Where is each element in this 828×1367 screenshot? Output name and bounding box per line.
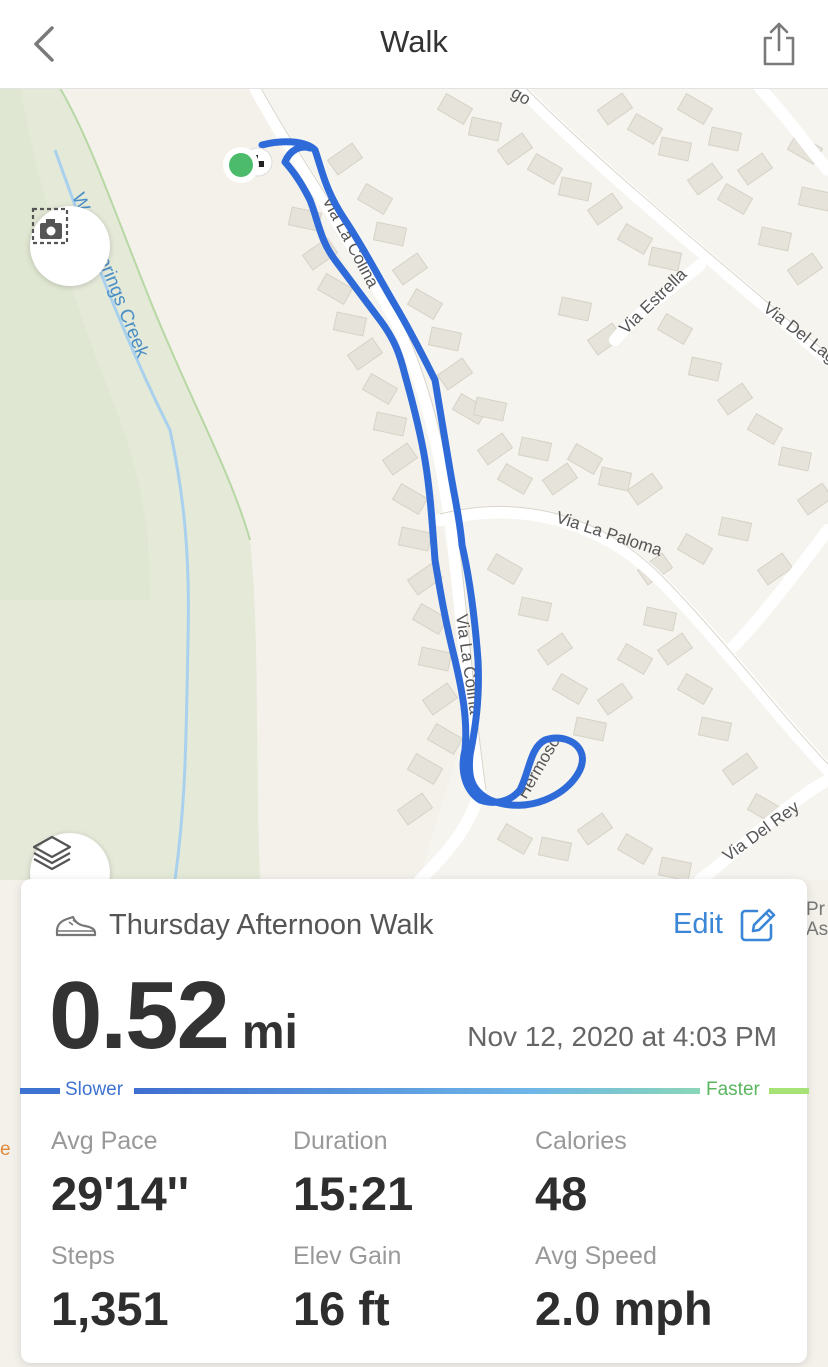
stat-label: Elev Gain (293, 1242, 402, 1270)
stat-label: Avg Pace (51, 1127, 158, 1155)
pace-color-scale: Slower Faster (20, 1079, 828, 1100)
top-navigation-bar: Walk (0, 0, 828, 89)
activity-name: Thursday Afternoon Walk (109, 909, 434, 941)
share-icon (763, 22, 795, 66)
pace-scale-faster-label: Faster (706, 1079, 760, 1100)
distance-value: 0.52 (49, 962, 230, 1069)
stat-value: 2.0 mph (535, 1282, 713, 1335)
map-snapshot-button[interactable] (30, 206, 110, 286)
stat-label: Steps (51, 1242, 115, 1270)
pace-scale-gradient (134, 1088, 700, 1094)
stat-value: 29'14'' (51, 1167, 190, 1220)
distance-unit: mi (241, 1006, 298, 1059)
layers-icon (32, 835, 72, 871)
distance-display: 0.52 mi (49, 961, 298, 1071)
stat-steps: Steps 1,351 (51, 1242, 169, 1336)
activity-summary-card: Thursday Afternoon Walk Edit 0.52 mi Nov… (21, 879, 807, 1363)
edge-label-ass: Ass (806, 919, 828, 940)
share-button[interactable] (756, 18, 802, 70)
stat-value: 48 (535, 1167, 588, 1220)
stat-avg-pace: Avg Pace 29'14'' (51, 1127, 189, 1221)
stat-calories: Calories 48 (535, 1127, 627, 1221)
edit-button[interactable]: Edit (673, 905, 777, 943)
edit-pencil-icon (740, 908, 776, 942)
edge-label-left: e (0, 1139, 11, 1160)
stat-duration: Duration 15:21 (293, 1127, 413, 1221)
edit-label: Edit (673, 907, 723, 940)
stat-elev-gain: Elev Gain 16 ft (293, 1242, 401, 1336)
page-title: Walk (380, 24, 448, 59)
stat-label: Calories (535, 1127, 627, 1155)
pace-scale-left-segment (20, 1088, 60, 1094)
stat-value: 1,351 (51, 1282, 169, 1335)
stat-value: 16 ft (293, 1282, 390, 1335)
pace-scale-right-segment (769, 1088, 809, 1094)
stat-label: Duration (293, 1127, 388, 1155)
activity-date: Nov 12, 2020 at 4:03 PM (467, 1021, 777, 1052)
start-marker (223, 147, 259, 183)
edge-label-pr: Pr (806, 899, 826, 920)
camera-snapshot-icon (31, 207, 69, 245)
stat-label: Avg Speed (535, 1242, 657, 1270)
pace-scale-slower-label: Slower (65, 1079, 124, 1100)
shoe-icon (55, 915, 97, 937)
stat-avg-speed: Avg Speed 2.0 mph (535, 1242, 713, 1336)
stat-value: 15:21 (293, 1167, 414, 1220)
